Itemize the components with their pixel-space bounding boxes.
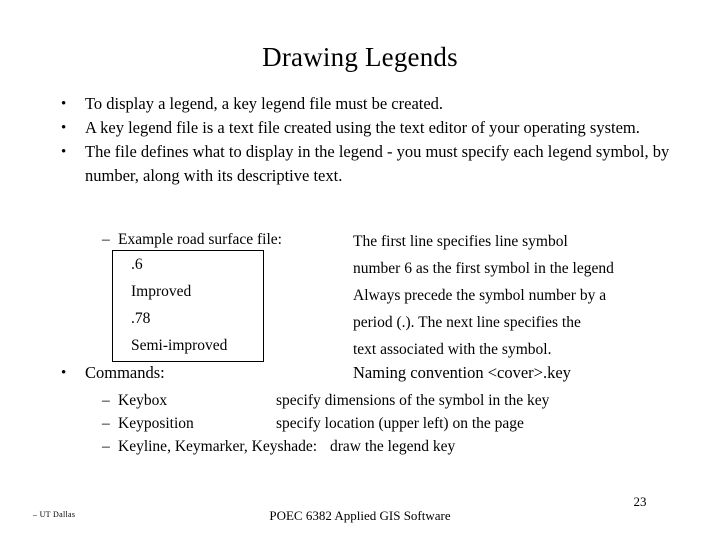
key-legend-file-box: .6 Improved .78 Semi-improved <box>112 250 264 362</box>
bullet-item: • A key legend file is a text file creat… <box>0 116 720 140</box>
example-label-row: – Example road surface file: <box>102 228 362 251</box>
footer-course: POEC 6382 Applied GIS Software <box>269 508 451 523</box>
note-line: text associated with the symbol. <box>353 341 552 358</box>
code-line: .78 <box>131 310 151 327</box>
example-block: – Example road surface file: .6 Improved… <box>0 228 720 363</box>
command-item: – Keybox specify dimensions of the symbo… <box>0 389 720 412</box>
command-name: Keyposition <box>118 415 194 432</box>
bullet-text: A key legend file is a text file created… <box>85 118 640 137</box>
bullet-marker-icon: • <box>61 144 67 160</box>
bullet-text: The file defines what to display in the … <box>85 142 670 185</box>
commands-list: – Keybox specify dimensions of the symbo… <box>0 389 720 458</box>
note-line: Always precede the symbol number by a <box>353 287 607 304</box>
command-description: draw the legend key <box>330 438 456 455</box>
slide: Drawing Legends • To display a legend, a… <box>0 0 720 540</box>
dash-marker-icon: – <box>102 415 110 432</box>
page-title: Drawing Legends <box>262 42 458 72</box>
code-line: Improved <box>131 283 192 300</box>
naming-convention-note: Naming convention <cover>.key <box>353 363 571 382</box>
dash-marker-icon: – <box>102 438 110 455</box>
dash-marker-icon: – <box>102 231 110 248</box>
command-item: – Keyposition specify location (upper le… <box>0 412 720 435</box>
code-line: Semi-improved <box>131 337 228 354</box>
bullet-text: To display a legend, a key legend file m… <box>85 94 444 113</box>
example-notes: The first line specifies line symbol num… <box>353 228 673 363</box>
bullet-item: • To display a legend, a key legend file… <box>0 92 720 116</box>
example-label: Example road surface file: <box>118 231 282 248</box>
command-name: Keybox <box>118 392 168 409</box>
command-description: specify dimensions of the symbol in the … <box>276 392 550 409</box>
note-line: period (.). The next line specifies the <box>353 314 581 331</box>
command-description: specify location (upper left) on the pag… <box>276 415 524 432</box>
dash-marker-icon: – <box>102 392 110 409</box>
command-name: Keyline, Keymarker, Keyshade: <box>118 438 318 455</box>
commands-label: Commands: <box>85 363 165 382</box>
code-line: .6 <box>131 256 143 273</box>
bullet-marker-icon: • <box>61 96 67 112</box>
bullet-marker-icon: • <box>61 365 67 381</box>
note-line: The first line specifies line symbol <box>353 233 568 250</box>
note-line: number 6 as the first symbol in the lege… <box>353 260 614 277</box>
bullet-item: • The file defines what to display in th… <box>0 140 720 188</box>
command-item: – Keyline, Keymarker, Keyshade: draw the… <box>0 435 720 458</box>
footer-page-number: 23 <box>633 494 647 509</box>
bullet-marker-icon: • <box>61 120 67 136</box>
bullet-list: • To display a legend, a key legend file… <box>0 92 720 188</box>
